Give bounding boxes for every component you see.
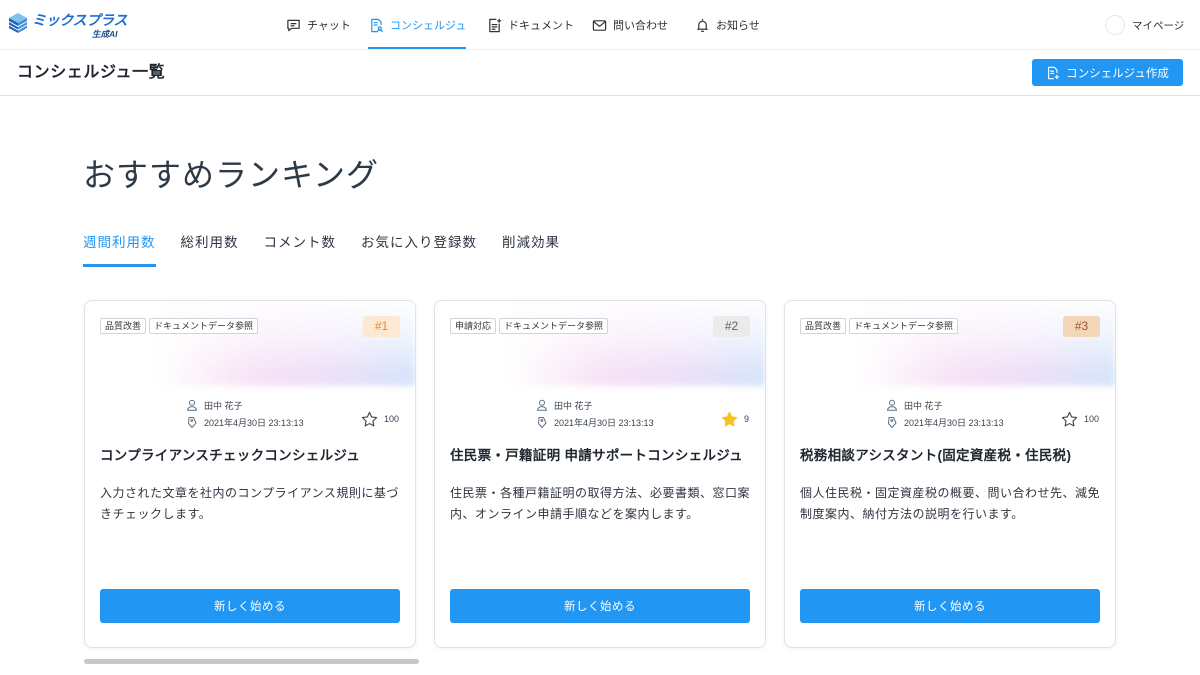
tag: 申請対応: [450, 318, 497, 334]
tag: ドキュメントデータ参照: [149, 318, 259, 334]
start-button[interactable]: 新しく始める: [800, 589, 1100, 623]
logo-subtitle: 生成AI: [92, 29, 118, 39]
start-button[interactable]: 新しく始める: [450, 589, 750, 623]
concierge-card[interactable]: 品質改善 ドキュメントデータ参照 #3 田中 花子 2021年4月30日 23:…: [784, 300, 1116, 648]
create-concierge-label: コンシェルジュ作成: [1066, 67, 1169, 80]
nav-item-label: お知らせ: [716, 20, 760, 32]
mail-icon: [592, 18, 607, 33]
page-title: コンシェルジュ一覧: [17, 64, 166, 81]
tag-list: 品質改善 ドキュメントデータ参照: [800, 318, 959, 334]
nav-item-documents[interactable]: ドキュメント: [487, 0, 574, 50]
document-icon: [487, 18, 502, 33]
page-header: コンシェルジュ一覧 コンシェルジュ作成: [0, 50, 1200, 96]
star-icon[interactable]: [721, 411, 738, 428]
favorite[interactable]: 100: [361, 410, 399, 428]
rank-badge: #1: [363, 316, 400, 337]
card-header-gradient: [855, 301, 1115, 386]
tag: 品質改善: [100, 318, 147, 334]
star-icon[interactable]: [361, 411, 378, 428]
tag-icon: [886, 416, 898, 428]
user-icon: [186, 399, 198, 411]
tab-favorites[interactable]: お気に入り登録数: [361, 230, 477, 267]
favorite-count: 100: [383, 414, 399, 424]
ranking-tabs: 週間利用数 総利用数 コメント数 お気に入り登録数 削減効果: [83, 230, 585, 267]
favorite-count: 100: [1083, 414, 1099, 424]
tab-reduction-effect[interactable]: 削減効果: [502, 230, 560, 267]
tag-list: 品質改善 ドキュメントデータ参照: [100, 318, 259, 334]
author-name: 田中 花子: [554, 400, 593, 411]
tag-icon: [186, 416, 198, 428]
tab-weekly-usage[interactable]: 週間利用数: [83, 230, 156, 267]
tag: ドキュメントデータ参照: [499, 318, 609, 334]
updated-at: 2021年4月30日 23:13:13: [186, 414, 304, 430]
tab-total-usage[interactable]: 総利用数: [181, 230, 239, 267]
updated-datetime: 2021年4月30日 23:13:13: [554, 417, 654, 428]
rank-badge: #2: [713, 316, 750, 337]
updated-datetime: 2021年4月30日 23:13:13: [904, 417, 1004, 428]
nav-item-label: 問い合わせ: [613, 20, 668, 32]
card-title: コンプライアンスチェックコンシェルジュ: [100, 448, 361, 463]
star-icon[interactable]: [1061, 411, 1078, 428]
create-concierge-button[interactable]: コンシェルジュ作成: [1032, 59, 1183, 86]
nav-item-concierge[interactable]: コンシェルジュ: [367, 0, 467, 50]
nav-item-news[interactable]: お知らせ: [695, 0, 760, 50]
user-icon: [886, 399, 898, 411]
updated-datetime: 2021年4月30日 23:13:13: [204, 417, 304, 428]
mypage-link[interactable]: マイページ: [1105, 0, 1184, 50]
top-navigation: ミックスプラス 生成AI チャット コンシェルジュ ドキュメント 問い合わせ お…: [0, 0, 1200, 50]
nav-item-inquiry[interactable]: 問い合わせ: [592, 0, 668, 50]
bell-icon: [695, 18, 710, 33]
favorite[interactable]: 100: [1061, 410, 1099, 428]
card-title: 住民票・戸籍証明 申請サポートコンシェルジュ: [450, 448, 743, 463]
favorite[interactable]: 9: [721, 410, 749, 428]
rank-badge: #3: [1063, 316, 1100, 337]
updated-at: 2021年4月30日 23:13:13: [536, 414, 654, 430]
author: 田中 花子: [186, 397, 243, 413]
author: 田中 花子: [536, 397, 593, 413]
card-description: 個人住民税・固定資産税の概要、問い合わせ先、減免制度案内、納付方法の説明を行いま…: [800, 486, 1101, 521]
concierge-card[interactable]: 申請対応 ドキュメントデータ参照 #2 田中 花子 2021年4月30日 23:…: [434, 300, 766, 648]
ranking-heading: おすすめランキング: [83, 157, 380, 193]
mypage-label: マイページ: [1132, 19, 1185, 32]
nav-item-label: ドキュメント: [508, 20, 574, 32]
author-name: 田中 花子: [904, 400, 943, 411]
card-description: 住民票・各種戸籍証明の取得方法、必要書類、窓口案内、オンライン申請手順などを案内…: [450, 486, 751, 521]
tag-icon: [536, 416, 548, 428]
updated-at: 2021年4月30日 23:13:13: [886, 414, 1004, 430]
nav-item-label: コンシェルジュ: [390, 20, 467, 32]
author: 田中 花子: [886, 397, 943, 413]
add-document-icon: [1046, 66, 1060, 80]
logo-name: ミックスプラス: [32, 12, 128, 28]
tab-comments[interactable]: コメント数: [264, 230, 337, 267]
cube-logo-icon: [8, 12, 28, 34]
user-icon: [536, 399, 548, 411]
concierge-card[interactable]: 品質改善 ドキュメントデータ参照 #1 田中 花子 2021年4月30日 23:…: [84, 300, 416, 648]
card-header-gradient: [155, 301, 415, 386]
nav-item-chat[interactable]: チャット: [286, 0, 351, 50]
logo[interactable]: ミックスプラス 生成AI: [8, 11, 130, 41]
card-header-gradient: [505, 301, 765, 386]
tag: 品質改善: [800, 318, 847, 334]
nav-item-label: チャット: [307, 20, 351, 32]
tag: ドキュメントデータ参照: [849, 318, 959, 334]
horizontal-scrollbar[interactable]: [84, 659, 419, 664]
favorite-count: 9: [743, 414, 749, 424]
start-button[interactable]: 新しく始める: [100, 589, 400, 623]
tag-list: 申請対応 ドキュメントデータ参照: [450, 318, 609, 334]
author-name: 田中 花子: [204, 400, 243, 411]
concierge-icon: [369, 18, 384, 33]
chat-icon: [286, 18, 301, 33]
card-title: 税務相談アシスタント(固定資産税・住民税): [800, 448, 1072, 463]
card-description: 入力された文章を社内のコンプライアンス規則に基づきチェックします。: [100, 486, 399, 521]
avatar[interactable]: [1105, 15, 1125, 35]
